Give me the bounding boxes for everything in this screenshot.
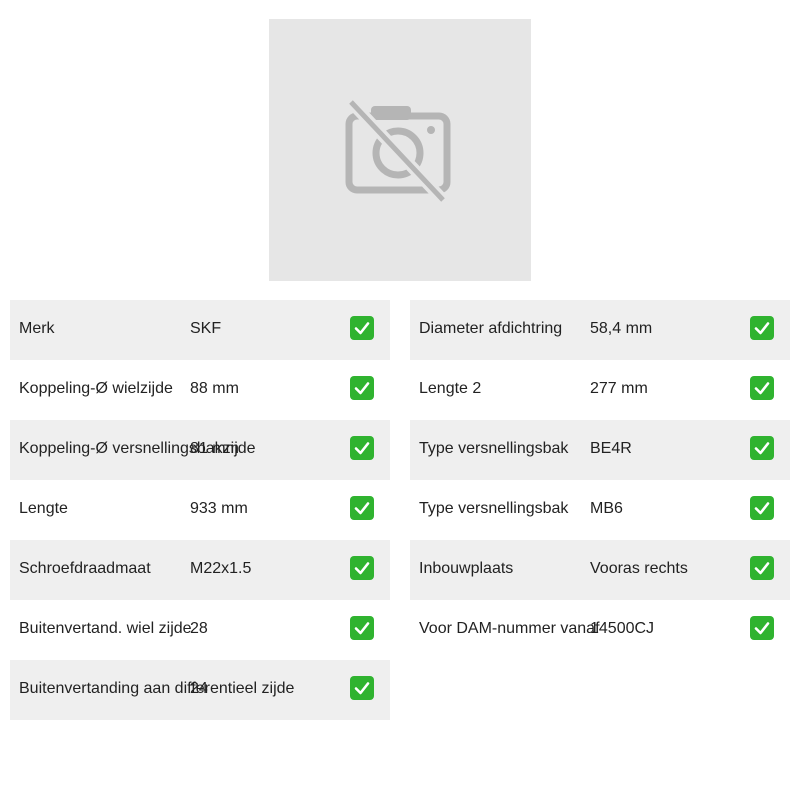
spec-row: Type versnellingsbak BE4R [410,420,790,480]
check-mark-icon [750,616,774,640]
spec-row: Koppeling-Ø versnellingsbakzijde 81 mm [10,420,390,480]
spec-label: Type versnellingsbak [419,500,569,517]
specs-table-right: Diameter afdichtring 58,4 mm Lengte 2 27… [410,300,790,660]
check-mark-icon [350,316,374,340]
spec-row: Inbouwplaats Vooras rechts [410,540,790,600]
spec-value: SKF [190,320,222,337]
spec-value: M22x1.5 [190,560,252,577]
camera-off-icon [345,97,451,205]
spec-row: Buitenvertanding aan differentieel zijde… [10,660,390,720]
check-mark-icon [350,496,374,520]
check-mark-icon [750,556,774,580]
spec-value: 277 mm [590,380,648,397]
spec-value: MB6 [590,500,623,517]
spec-value: 28 [190,620,208,637]
spec-value: BE4R [590,440,632,457]
spec-label: Buitenvertand. wiel zijde [19,620,192,637]
check-mark-icon [750,436,774,460]
spec-label: Merk [19,320,55,337]
spec-row: Schroefdraadmaat M22x1.5 [10,540,390,600]
spec-value: 88 mm [190,380,239,397]
spec-label: Schroefdraadmaat [19,560,151,577]
spec-label: Inbouwplaats [419,560,514,577]
spec-value: Vooras rechts [590,560,688,577]
check-mark-icon [350,676,374,700]
spec-value: 14500CJ [590,620,655,637]
spec-row: Merk SKF [10,300,390,360]
check-mark-icon [750,316,774,340]
specs-table-left: Merk SKF Koppeling-Ø wielzijde 88 mm Kop… [10,300,390,720]
check-mark-icon [350,436,374,460]
spec-label: Type versnellingsbak [419,440,569,457]
spec-row: Type versnellingsbak MB6 [410,480,790,540]
spec-label: Voor DAM-nummer vanaf [419,620,600,637]
check-mark-icon [350,616,374,640]
check-mark-icon [350,376,374,400]
spec-row: Voor DAM-nummer vanaf 14500CJ [410,600,790,660]
spec-row: Buitenvertand. wiel zijde 28 [10,600,390,660]
spec-label: Lengte [19,500,68,517]
spec-label: Diameter afdichtring [419,320,563,337]
spec-row: Lengte 933 mm [10,480,390,540]
spec-value: 81 mm [190,440,239,457]
spec-row: Koppeling-Ø wielzijde 88 mm [10,360,390,420]
spec-label: Koppeling-Ø wielzijde [19,380,173,397]
spec-value: 24 [190,680,208,697]
spec-row: Diameter afdichtring 58,4 mm [410,300,790,360]
check-mark-icon [750,376,774,400]
spec-row: Lengte 2 277 mm [410,360,790,420]
check-mark-icon [750,496,774,520]
spec-label: Lengte 2 [419,380,482,397]
check-mark-icon [350,556,374,580]
product-image-placeholder [269,19,531,281]
spec-value: 933 mm [190,500,248,517]
spec-value: 58,4 mm [590,320,653,337]
spec-label: Buitenvertanding aan differentieel zijde [19,680,295,697]
